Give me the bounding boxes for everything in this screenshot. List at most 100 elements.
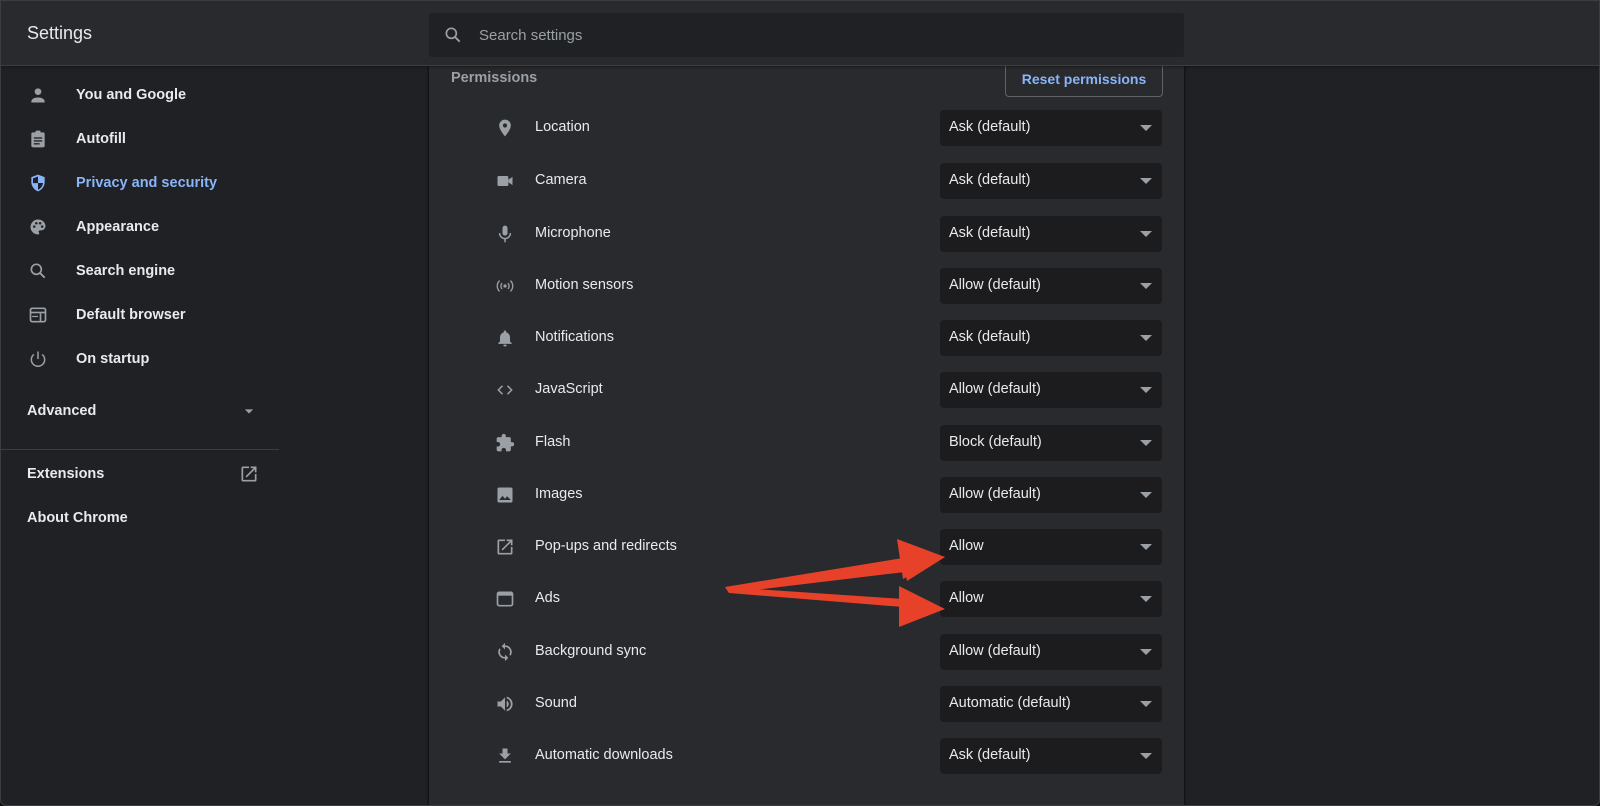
search-box[interactable] xyxy=(429,13,1184,57)
sidebar-about-chrome[interactable]: About Chrome xyxy=(1,498,279,538)
permission-row-microphone: Microphone Ask (default) xyxy=(429,216,1184,252)
caret-down-icon xyxy=(1140,440,1152,446)
permission-label: Automatic downloads xyxy=(535,747,673,763)
sidebar-item-appearance[interactable]: Appearance xyxy=(1,207,279,247)
sidebar-about-label: About Chrome xyxy=(27,510,128,526)
motion-sensors-icon xyxy=(496,280,514,292)
search-icon xyxy=(30,263,46,279)
permission-row-notifications: Notifications Ask (default) xyxy=(429,320,1184,356)
clipboard-icon xyxy=(31,130,45,148)
permission-select[interactable]: Ask (default) xyxy=(940,163,1162,199)
permission-label: JavaScript xyxy=(535,381,603,397)
power-icon xyxy=(30,351,46,368)
permission-label: Microphone xyxy=(535,225,611,241)
camera-icon xyxy=(497,176,513,186)
sidebar-item-privacy-and-security[interactable]: Privacy and security xyxy=(1,163,279,203)
permission-label: Notifications xyxy=(535,329,614,345)
select-value: Allow xyxy=(949,590,984,606)
permissions-panel: Permissions Reset permissions Location A… xyxy=(429,60,1184,805)
permission-select[interactable]: Allow xyxy=(940,529,1162,565)
caret-down-icon xyxy=(1140,335,1152,341)
sidebar-item-label: Search engine xyxy=(76,263,176,279)
permission-label: Pop-ups and redirects xyxy=(535,538,677,554)
select-value: Ask (default) xyxy=(949,747,1031,763)
sidebar-item-label: Autofill xyxy=(76,131,126,147)
permission-row-camera: Camera Ask (default) xyxy=(429,163,1184,199)
window-icon xyxy=(496,591,514,607)
shield-icon xyxy=(31,174,45,192)
caret-down-icon xyxy=(1140,178,1152,184)
sidebar-item-default-browser[interactable]: Default browser xyxy=(1,295,279,335)
select-value: Allow xyxy=(949,538,984,554)
permission-label: Images xyxy=(535,486,583,502)
sidebar-item-label: Appearance xyxy=(76,219,160,235)
sidebar-advanced[interactable]: Advanced xyxy=(1,391,279,431)
speaker-icon xyxy=(497,696,513,712)
sidebar-advanced-label: Advanced xyxy=(27,403,97,419)
download-icon xyxy=(499,748,511,763)
browser-icon xyxy=(29,307,47,323)
section-title: Permissions xyxy=(451,70,538,86)
select-value: Ask (default) xyxy=(949,172,1031,188)
sidebar-item-search-engine[interactable]: Search engine xyxy=(1,251,279,291)
bell-icon xyxy=(498,330,512,347)
sidebar-item-label: Privacy and security xyxy=(76,175,218,191)
permission-select[interactable]: Allow (default) xyxy=(940,372,1162,408)
select-value: Allow (default) xyxy=(949,277,1041,293)
permission-label: Location xyxy=(535,119,590,135)
person-icon xyxy=(31,88,45,103)
permission-row-motion-sensors: Motion sensors Allow (default) xyxy=(429,268,1184,304)
permission-row-background-sync: Background sync Allow (default) xyxy=(429,634,1184,670)
select-value: Block (default) xyxy=(949,434,1042,450)
permission-label: Flash xyxy=(535,434,571,450)
search-icon xyxy=(445,27,461,43)
caret-down-icon xyxy=(1140,544,1152,550)
permission-select[interactable]: Allow (default) xyxy=(940,268,1162,304)
permission-select[interactable]: Ask (default) xyxy=(940,320,1162,356)
select-value: Ask (default) xyxy=(949,119,1031,135)
search-input[interactable] xyxy=(479,13,1169,57)
permission-row-sound: Sound Automatic (default) xyxy=(429,686,1184,722)
permission-select[interactable]: Ask (default) xyxy=(940,738,1162,774)
select-value: Ask (default) xyxy=(949,329,1031,345)
permission-select[interactable]: Automatic (default) xyxy=(940,686,1162,722)
permission-label: Background sync xyxy=(535,643,647,659)
top-bar: Settings xyxy=(1,1,1599,66)
caret-down-icon xyxy=(1140,649,1152,655)
sidebar-item-on-startup[interactable]: On startup xyxy=(1,339,279,379)
permission-select[interactable]: Ask (default) xyxy=(940,110,1162,146)
permission-row-javascript: JavaScript Allow (default) xyxy=(429,372,1184,408)
caret-down-icon xyxy=(1140,283,1152,289)
caret-down-icon xyxy=(1140,387,1152,393)
settings-window: Settings You and Google Autofill Privacy… xyxy=(0,0,1600,806)
location-pin-icon xyxy=(499,119,511,137)
caret-down-icon xyxy=(1140,231,1152,237)
caret-down-icon xyxy=(1140,701,1152,707)
select-value: Ask (default) xyxy=(949,225,1031,241)
select-value: Allow (default) xyxy=(949,381,1041,397)
permission-select[interactable]: Ask (default) xyxy=(940,216,1162,252)
permission-row-ads: Ads Allow xyxy=(429,581,1184,617)
permission-row-images: Images Allow (default) xyxy=(429,477,1184,513)
sidebar-extensions[interactable]: Extensions xyxy=(1,454,279,494)
sidebar-item-label: Default browser xyxy=(76,307,186,323)
permission-label: Sound xyxy=(535,695,577,711)
code-icon xyxy=(497,385,513,395)
sidebar-item-you-and-google[interactable]: You and Google xyxy=(1,75,279,115)
caret-down-icon xyxy=(1140,492,1152,498)
permission-label: Motion sensors xyxy=(535,277,634,293)
palette-icon xyxy=(30,219,46,235)
sidebar-item-autofill[interactable]: Autofill xyxy=(1,119,279,159)
permission-select[interactable]: Allow xyxy=(940,581,1162,617)
select-value: Allow (default) xyxy=(949,643,1041,659)
permission-select[interactable]: Block (default) xyxy=(940,425,1162,461)
permission-label: Camera xyxy=(535,172,587,188)
sidebar-item-label: On startup xyxy=(76,351,150,367)
sidebar: You and Google Autofill Privacy and secu… xyxy=(1,66,279,805)
permission-row-popups-and-redirects: Pop-ups and redirects Allow xyxy=(429,529,1184,565)
sidebar-item-label: You and Google xyxy=(76,87,187,103)
permission-select[interactable]: Allow (default) xyxy=(940,477,1162,513)
permission-select[interactable]: Allow (default) xyxy=(940,634,1162,670)
microphone-icon xyxy=(498,225,512,243)
puzzle-icon xyxy=(496,433,515,452)
